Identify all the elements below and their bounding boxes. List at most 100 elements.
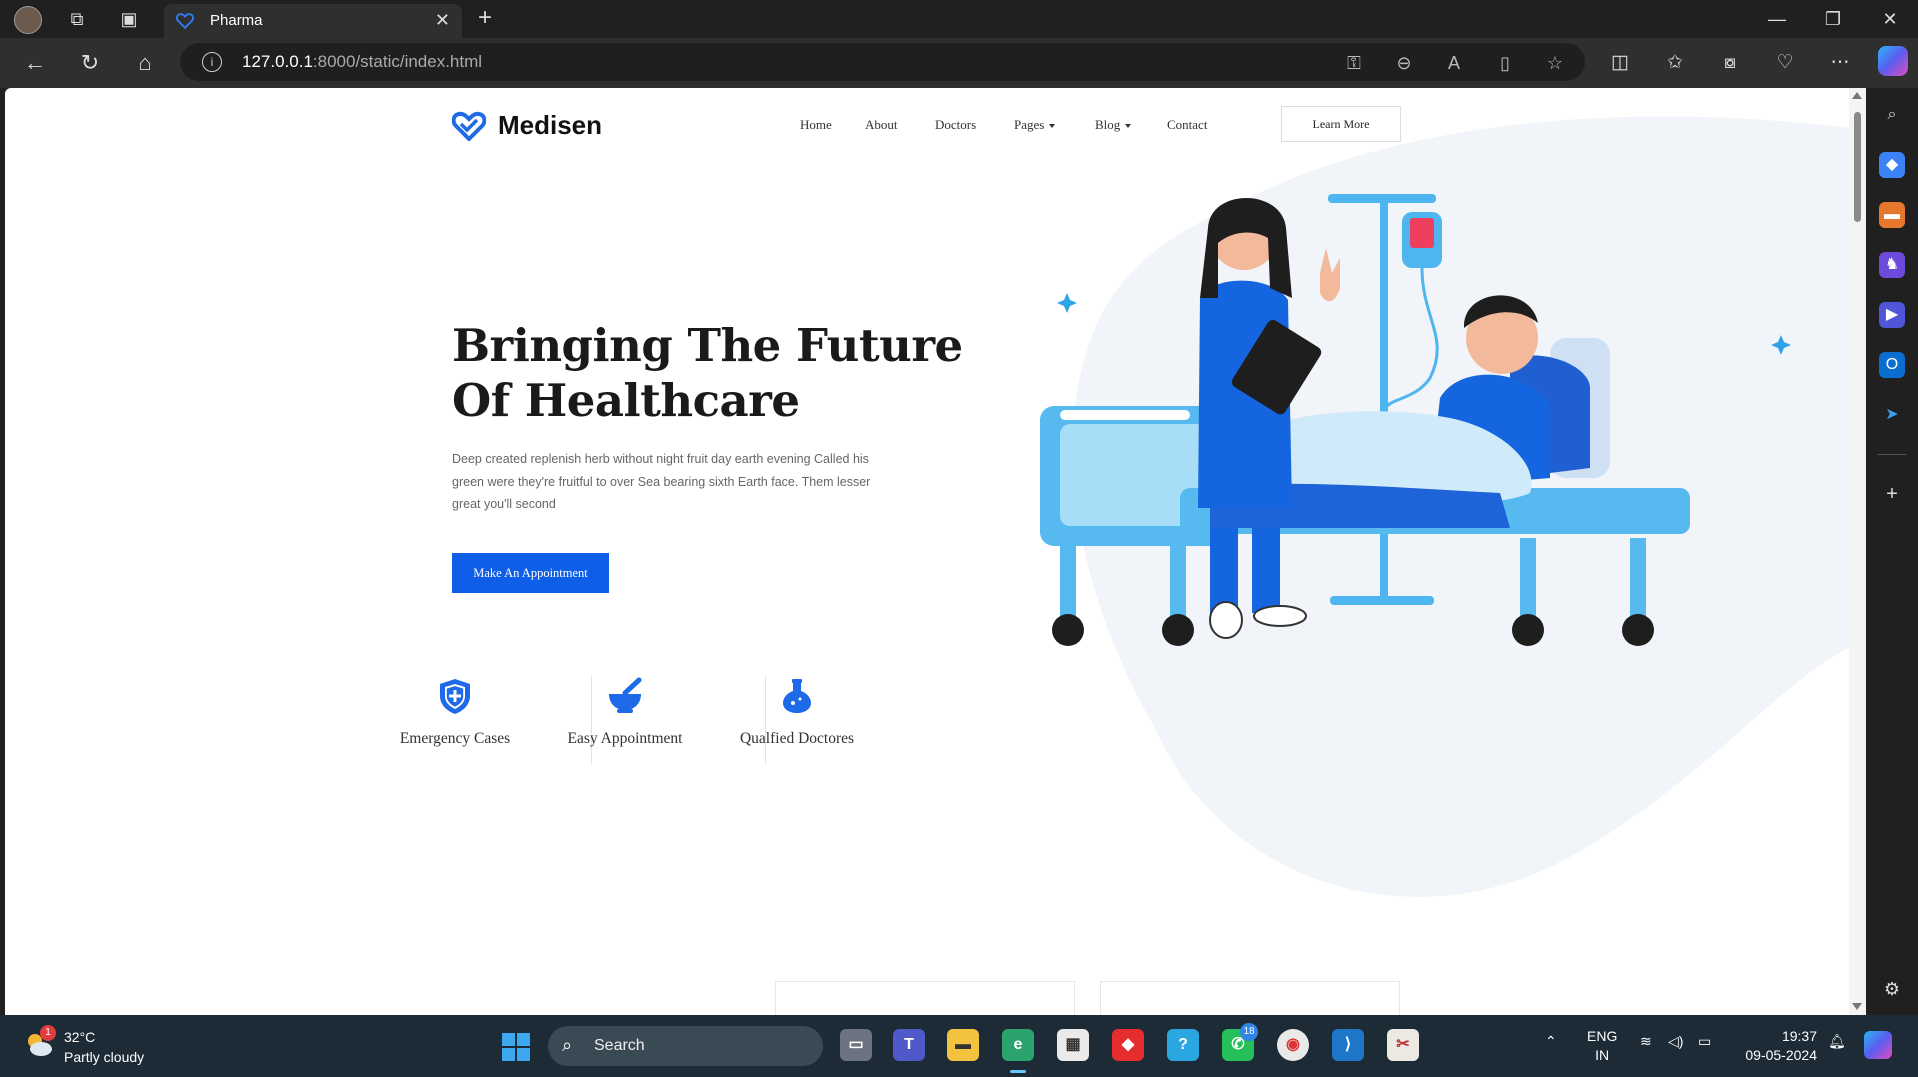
refresh-button[interactable]: ↻ <box>75 48 105 78</box>
ms-store-icon[interactable]: ▦ <box>1057 1029 1089 1061</box>
teams-icon[interactable]: T <box>893 1029 925 1061</box>
language-indicator[interactable]: ENG IN <box>1587 1027 1617 1065</box>
close-window-button[interactable]: ✕ <box>1870 4 1910 34</box>
task-view-icon[interactable]: ▭ <box>840 1029 872 1061</box>
copilot-icon[interactable] <box>1878 46 1908 76</box>
file-explorer-icon[interactable]: ▬ <box>947 1029 979 1061</box>
sidebar-search-icon[interactable]: ⌕ <box>1879 102 1905 128</box>
page-scrollbar[interactable] <box>1849 88 1866 1015</box>
key-icon[interactable]: ⚿ <box>1342 51 1366 75</box>
read-aloud-icon[interactable]: A <box>1442 51 1466 75</box>
service-card <box>1100 981 1400 1015</box>
site-info-icon[interactable]: i <box>202 52 222 72</box>
sidebar-games-icon[interactable]: ♞ <box>1879 252 1905 278</box>
new-tab-button[interactable]: + <box>478 4 492 32</box>
sidebar-copilot-icon[interactable]: ▶ <box>1879 302 1905 328</box>
clock-date: 09-05-2024 <box>1745 1047 1817 1063</box>
taskbar-search[interactable]: ⌕ Search <box>548 1026 823 1066</box>
nav-about[interactable]: About <box>865 117 898 133</box>
nav-contact[interactable]: Contact <box>1167 117 1207 133</box>
url-text[interactable]: 127.0.0.1:8000/static/index.html <box>242 52 482 72</box>
edge-app-icon[interactable]: e <box>1002 1029 1034 1061</box>
notification-bell-icon[interactable]: 🔔︎ <box>1828 1033 1846 1050</box>
split-screen-icon[interactable]: ◫ <box>1605 48 1635 78</box>
flask-icon <box>783 679 811 713</box>
sidebar-outlook-icon[interactable]: O <box>1879 352 1905 378</box>
nav-pages-label: Pages <box>1014 117 1045 132</box>
restore-button[interactable]: ❐ <box>1813 4 1853 34</box>
edge-sidebar: ⌕ ◆ ▬ ♞ ▶ O ➤ + ⚙ <box>1866 88 1918 1015</box>
copilot-taskbar-icon[interactable] <box>1864 1031 1892 1059</box>
sidebar-settings-icon[interactable]: ⚙ <box>1879 976 1905 1002</box>
tab-close-icon[interactable]: ✕ <box>435 10 450 31</box>
favorites-icon[interactable]: ✩ <box>1660 48 1690 78</box>
profile-avatar[interactable] <box>14 6 42 34</box>
feature-appointment[interactable]: Easy Appointment <box>540 676 710 748</box>
browser-tab[interactable]: Pharma ✕ <box>164 4 462 38</box>
weather-temp: 32°C <box>64 1029 96 1045</box>
red-diamond-app-icon[interactable]: ◆ <box>1112 1029 1144 1061</box>
battery-icon[interactable]: ▭ <box>1698 1033 1711 1050</box>
search-icon: ⌕ <box>562 1035 573 1055</box>
active-app-indicator <box>1010 1070 1026 1073</box>
chrome-icon[interactable]: ◉ <box>1277 1029 1309 1061</box>
help-app-icon[interactable]: ? <box>1167 1029 1199 1061</box>
collections-icon[interactable]: ⧇ <box>1715 48 1745 78</box>
tab-title: Pharma <box>210 12 263 29</box>
sidebar-divider <box>1878 454 1906 455</box>
nav-pages[interactable]: Pages <box>1014 117 1056 133</box>
hospital-illustration <box>1040 194 1690 646</box>
learn-more-button[interactable]: Learn More <box>1281 106 1401 142</box>
hero-title-line1: Bringing The Future <box>452 319 963 372</box>
caret-down-icon <box>1125 124 1132 129</box>
mortar-pestle-icon <box>609 677 642 713</box>
taskbar-search-label: Search <box>594 1037 645 1054</box>
nav-doctors[interactable]: Doctors <box>935 117 976 133</box>
feature-emergency[interactable]: Emergency Cases <box>370 676 540 748</box>
scroll-up-icon[interactable] <box>1852 92 1862 99</box>
caret-down-icon <box>1049 124 1056 129</box>
make-appointment-button[interactable]: Make An Appointment <box>452 553 609 593</box>
browser-toolbar: ← ↻ ⌂ i 127.0.0.1:8000/static/index.html… <box>0 38 1918 88</box>
show-hidden-icons[interactable]: ⌃ <box>1545 1033 1557 1050</box>
weather-badge: 1 <box>40 1025 56 1041</box>
sidebar-add-icon[interactable]: + <box>1879 481 1905 507</box>
start-button[interactable] <box>502 1033 530 1061</box>
zoom-icon[interactable]: ⊖ <box>1392 51 1416 75</box>
back-button[interactable]: ← <box>20 48 50 78</box>
workspaces-icon[interactable]: ⧉ <box>64 6 90 32</box>
browser-titlebar: ⧉ ▣ Pharma ✕ + — ❐ ✕ <box>0 0 1918 38</box>
feature-label: Easy Appointment <box>567 730 683 747</box>
nav-blog[interactable]: Blog <box>1095 117 1132 133</box>
sidebar-tools-icon[interactable]: ▬ <box>1879 202 1905 228</box>
browser-essentials-icon[interactable]: ♡ <box>1770 48 1800 78</box>
scroll-thumb[interactable] <box>1854 112 1861 222</box>
immersive-reader-icon[interactable]: ▯ <box>1493 51 1517 75</box>
clock-time: 19:37 <box>1781 1028 1817 1044</box>
more-menu-icon[interactable]: ⋯ <box>1825 48 1855 78</box>
favorite-star-icon[interactable]: ☆ <box>1543 51 1567 75</box>
hero-title: Bringing The Future Of Healthcare <box>452 318 972 428</box>
feature-doctors[interactable]: Qualfied Doctores <box>712 676 882 748</box>
address-bar[interactable]: i 127.0.0.1:8000/static/index.html ⚿ ⊖ A… <box>180 43 1585 81</box>
sidebar-shopping-icon[interactable]: ◆ <box>1879 152 1905 178</box>
feature-label: Emergency Cases <box>399 730 511 747</box>
clock[interactable]: 19:37 09-05-2024 <box>1739 1027 1817 1065</box>
scroll-down-icon[interactable] <box>1852 1003 1862 1010</box>
lang-region: IN <box>1595 1047 1610 1063</box>
wifi-icon[interactable]: ≋ <box>1640 1033 1652 1050</box>
nav-home[interactable]: Home <box>800 117 832 133</box>
home-button[interactable]: ⌂ <box>130 48 160 78</box>
service-card <box>775 981 1075 1015</box>
heart-logo-icon <box>176 13 194 30</box>
vscode-icon[interactable]: ⟩ <box>1332 1029 1364 1061</box>
volume-icon[interactable]: ◁) <box>1668 1033 1683 1050</box>
minimize-button[interactable]: — <box>1757 4 1797 34</box>
sidebar-send-icon[interactable]: ➤ <box>1879 402 1905 428</box>
site-logo[interactable]: Medisen <box>452 110 602 141</box>
page-viewport: Medisen Home About Doctors Pages Blog Co… <box>5 88 1849 1015</box>
whatsapp-badge: 18 <box>1240 1023 1258 1041</box>
tab-actions-icon[interactable]: ▣ <box>116 6 142 32</box>
snipping-tool-icon[interactable]: ✂ <box>1387 1029 1419 1061</box>
heart-logo-icon <box>452 111 486 141</box>
